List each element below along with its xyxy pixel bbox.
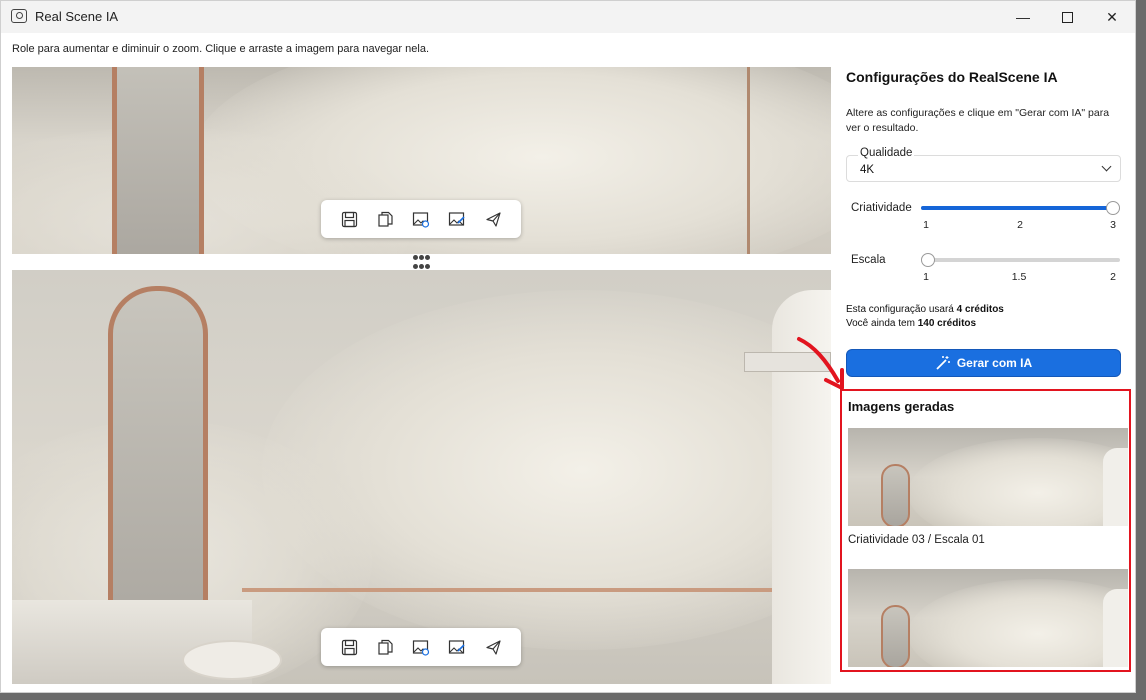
- copy-button[interactable]: [374, 208, 396, 230]
- scale-slider[interactable]: [921, 253, 1120, 267]
- navigation-hint: Role para aumentar e diminuir o zoom. Cl…: [12, 43, 429, 55]
- creativity-slider-thumb[interactable]: [1106, 201, 1120, 215]
- gallery-title: Imagens geradas: [848, 399, 955, 414]
- wall-trim: [242, 588, 831, 592]
- sink-bowl: [182, 640, 282, 680]
- send-icon: [485, 211, 501, 227]
- image-edit-icon: [448, 639, 465, 654]
- export-image-button[interactable]: [410, 208, 432, 230]
- viewer-splitter-handle[interactable]: [411, 254, 431, 270]
- creativity-tick: 2: [1017, 219, 1023, 231]
- creativity-tick: 1: [923, 219, 929, 231]
- creativity-label: Criatividade: [851, 202, 912, 214]
- creativity-tick: 3: [1110, 219, 1116, 231]
- scale-label: Escala: [851, 254, 886, 266]
- app-window: Real Scene IA — ✕ Role para aumentar e d…: [0, 0, 1136, 693]
- quality-value: 4K: [860, 164, 875, 176]
- window-title: Real Scene IA: [35, 9, 119, 24]
- red-arrow-annotation: [797, 337, 844, 390]
- save-button[interactable]: [338, 636, 360, 658]
- settings-description: Altere as configurações e clique em "Ger…: [846, 107, 1110, 134]
- thumbnail-caption: Criatividade 03 / Escala 01: [848, 534, 985, 546]
- generated-image-thumbnail[interactable]: [848, 428, 1128, 526]
- credits-remaining-text: Você ainda tem 140 créditos: [846, 318, 977, 329]
- generated-image-viewer[interactable]: [12, 270, 831, 684]
- credits-usage-text: Esta configuração usará 4 créditos: [846, 304, 1004, 315]
- original-image-viewer[interactable]: [12, 67, 831, 254]
- close-button[interactable]: ✕: [1089, 1, 1135, 33]
- send-icon: [485, 639, 501, 655]
- maximize-button[interactable]: [1044, 1, 1090, 33]
- send-button[interactable]: [482, 636, 504, 658]
- image-toolbar-bottom: [321, 628, 521, 666]
- title-bar: Real Scene IA — ✕: [1, 1, 1135, 33]
- mirror-image: [881, 605, 910, 667]
- image-edit-icon: [448, 211, 465, 226]
- send-button[interactable]: [482, 208, 504, 230]
- image-toolbar-top: [321, 200, 521, 238]
- mirror-image: [112, 67, 204, 254]
- generate-with-ai-button[interactable]: Gerar com IA: [846, 349, 1121, 377]
- scale-slider-thumb[interactable]: [921, 253, 935, 267]
- scale-tick: 1: [923, 271, 929, 283]
- maximize-icon: [1061, 11, 1073, 23]
- export-image-button[interactable]: [410, 636, 432, 658]
- creativity-slider-fill: [921, 206, 1113, 210]
- quality-label: Qualidade: [858, 147, 915, 159]
- door-frame: [747, 67, 750, 254]
- camera-icon: [11, 9, 27, 23]
- image-export-icon: [412, 639, 430, 656]
- scale-tick: 1.5: [1011, 271, 1027, 283]
- edit-image-button[interactable]: [446, 208, 468, 230]
- copy-icon: [377, 211, 393, 227]
- creativity-slider[interactable]: [921, 201, 1120, 215]
- magic-wand-icon: [936, 356, 950, 370]
- generated-images-panel: Imagens geradas Criatividade 03 / Escala…: [840, 389, 1131, 672]
- settings-title: Configurações do RealScene IA: [846, 69, 1058, 85]
- quality-select[interactable]: 4K: [846, 155, 1121, 182]
- copy-icon: [377, 639, 393, 655]
- generate-button-label: Gerar com IA: [956, 356, 1033, 370]
- save-icon: [341, 211, 357, 227]
- mirror-image: [881, 464, 910, 526]
- chevron-down-icon: [1101, 161, 1112, 172]
- minimize-button[interactable]: —: [1000, 1, 1046, 33]
- save-icon: [341, 639, 357, 655]
- copy-button[interactable]: [374, 636, 396, 658]
- save-button[interactable]: [338, 208, 360, 230]
- edit-image-button[interactable]: [446, 636, 468, 658]
- generated-image-thumbnail[interactable]: [848, 569, 1128, 667]
- scale-tick: 2: [1110, 271, 1116, 283]
- image-export-icon: [412, 211, 430, 228]
